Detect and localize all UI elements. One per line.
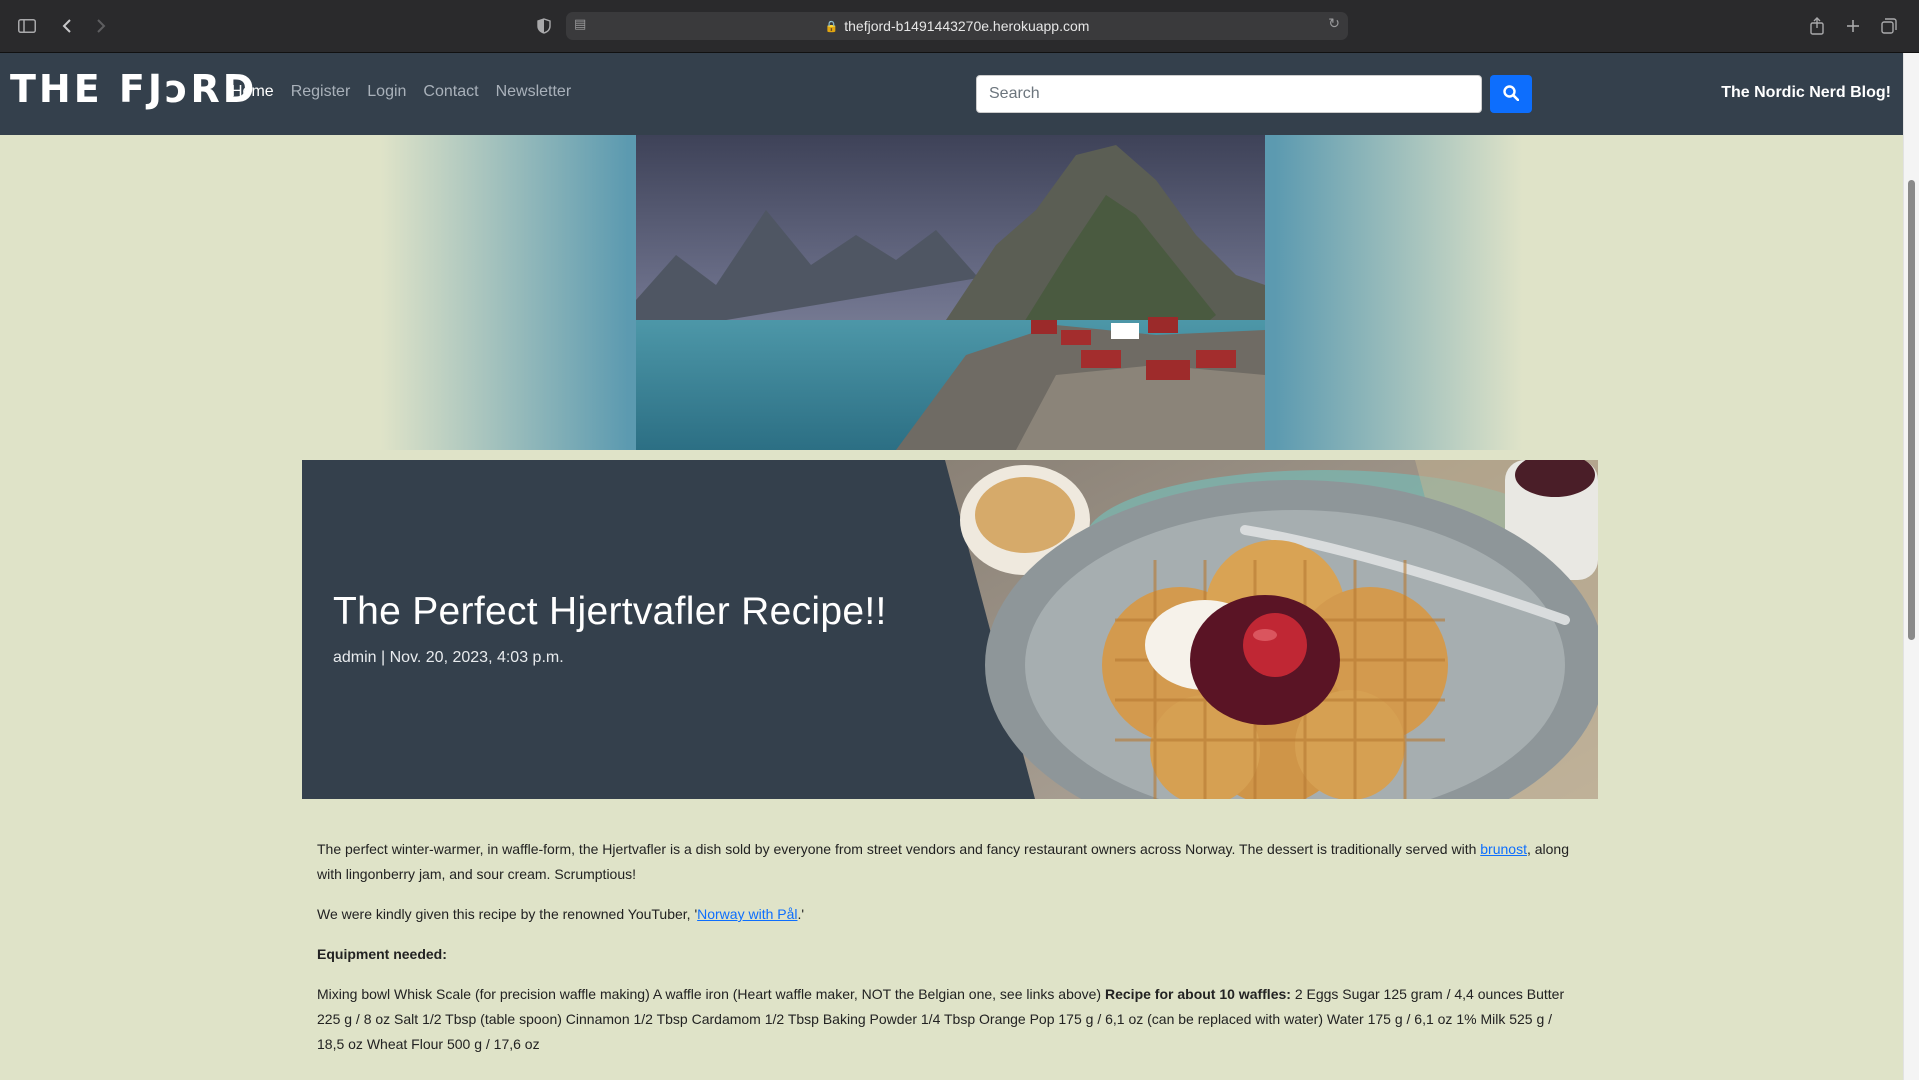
nav-link-newsletter[interactable]: Newsletter bbox=[496, 83, 572, 101]
post-title: The Perfect Hjertvafler Recipe!! bbox=[333, 590, 887, 633]
forward-icon[interactable] bbox=[88, 13, 114, 39]
recipe-paragraph: Mixing bowl Whisk Scale (for precision w… bbox=[317, 982, 1582, 1057]
share-icon[interactable] bbox=[1804, 13, 1830, 39]
reader-icon[interactable]: ▤ bbox=[574, 17, 586, 32]
search-button[interactable] bbox=[1490, 75, 1532, 113]
equipment-heading-paragraph: Equipment needed: bbox=[317, 942, 1582, 967]
nav-link-home[interactable]: Home bbox=[231, 83, 274, 101]
browser-toolbar: ▤ 🔒 thefjord-b1491443270e.herokuapp.com … bbox=[0, 0, 1919, 53]
post-header: The Perfect Hjertvafler Recipe!! admin |… bbox=[302, 460, 1598, 799]
page-scrollbar-thumb[interactable] bbox=[1908, 180, 1915, 640]
lock-icon: 🔒 bbox=[824, 19, 839, 33]
sidebar-icon[interactable] bbox=[14, 13, 40, 39]
intro-paragraph: The perfect winter-warmer, in waffle-for… bbox=[317, 837, 1582, 887]
nav-link-login[interactable]: Login bbox=[367, 83, 406, 101]
reload-icon[interactable]: ↻ bbox=[1328, 16, 1340, 32]
new-tab-icon[interactable] bbox=[1840, 13, 1866, 39]
post-meta: admin | Nov. 20, 2023, 4:03 p.m. bbox=[333, 649, 564, 666]
shield-icon[interactable] bbox=[531, 13, 557, 39]
brunost-link[interactable]: brunost bbox=[1480, 841, 1527, 857]
address-bar[interactable]: ▤ 🔒 thefjord-b1491443270e.herokuapp.com … bbox=[566, 12, 1348, 40]
source-paragraph: We were kindly given this recipe by the … bbox=[317, 902, 1582, 927]
equipment-heading: Equipment needed: bbox=[317, 946, 447, 962]
intro-text: The perfect winter-warmer, in waffle-for… bbox=[317, 841, 1481, 857]
search-input[interactable] bbox=[976, 75, 1482, 113]
site-tagline: The Nordic Nerd Blog! bbox=[1721, 84, 1891, 101]
nav-links: Home Register Login Contact Newsletter bbox=[231, 83, 588, 101]
recipe-heading: Recipe for about 10 waffles: bbox=[1105, 986, 1291, 1002]
source-text-tail: .' bbox=[797, 906, 805, 922]
site-navbar: THE FJɔRD Home Register Login Contact Ne… bbox=[0, 53, 1903, 135]
waffle-image bbox=[945, 460, 1598, 799]
back-icon[interactable] bbox=[54, 13, 80, 39]
tabs-overview-icon[interactable] bbox=[1876, 13, 1902, 39]
site-logo[interactable]: THE FJɔRD bbox=[10, 67, 257, 111]
search-icon bbox=[1503, 84, 1520, 104]
url-text: thefjord-b1491443270e.herokuapp.com bbox=[844, 18, 1090, 34]
norway-with-pal-link[interactable]: Norway with Pål bbox=[697, 906, 797, 922]
source-text: We were kindly given this recipe by the … bbox=[317, 906, 698, 922]
post-content: The perfect winter-warmer, in waffle-for… bbox=[317, 837, 1582, 1072]
nav-link-register[interactable]: Register bbox=[291, 83, 351, 101]
nav-link-contact[interactable]: Contact bbox=[423, 83, 478, 101]
fjord-banner-image bbox=[636, 135, 1265, 450]
equipment-list: Mixing bowl Whisk Scale (for precision w… bbox=[317, 986, 1105, 1002]
